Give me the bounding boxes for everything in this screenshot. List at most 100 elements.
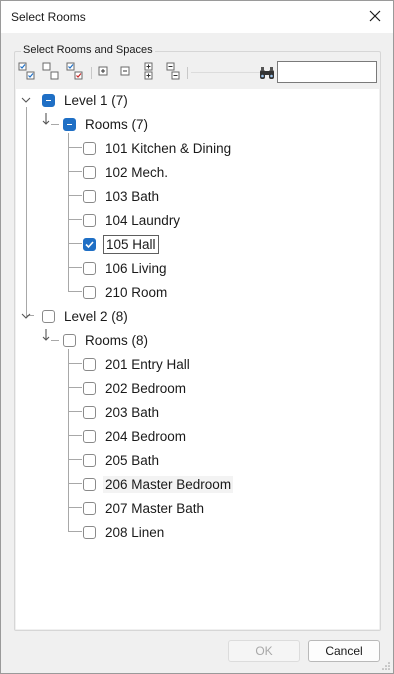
toolbar-divider	[191, 72, 261, 73]
room-label: 210 Room	[105, 284, 168, 300]
tree-connector	[68, 147, 82, 148]
room-label: 205 Bath	[105, 452, 160, 468]
tree-connector	[68, 349, 69, 532]
list-item[interactable]: 205 Bath	[83, 449, 161, 471]
toolbar	[16, 59, 379, 85]
tree-connector	[51, 124, 59, 125]
select-rooms-dialog: Select Rooms Select Rooms and Spaces Lev…	[0, 0, 394, 674]
rooms-tree[interactable]: Level 1 (7) Rooms (7) 101 Kitchen & Dini…	[16, 89, 379, 629]
chevron-down-icon[interactable]	[20, 312, 32, 320]
tree-connector	[68, 507, 82, 508]
list-item[interactable]: 204 Bedroom	[83, 425, 188, 447]
tree-connector	[68, 387, 82, 388]
tree-connector	[68, 483, 82, 484]
binoculars-icon	[260, 67, 274, 79]
list-item[interactable]: 106 Living	[83, 257, 169, 279]
room-label: 206 Master Bedroom	[103, 475, 234, 493]
room-label: 201 Entry Hall	[105, 356, 190, 372]
room-checkbox[interactable]	[83, 213, 96, 227]
tree-node-rooms-level-2[interactable]: Rooms (8)	[63, 329, 150, 351]
expand-all-button[interactable]	[140, 62, 160, 82]
tree-connector	[68, 531, 82, 532]
tree-connector	[51, 340, 59, 341]
list-item[interactable]: 207 Master Bath	[83, 497, 206, 519]
level-1-checkbox[interactable]	[42, 93, 55, 107]
resize-grip-icon[interactable]	[381, 661, 391, 671]
chevron-down-icon[interactable]	[20, 96, 32, 104]
room-label: 203 Bath	[105, 404, 160, 420]
close-button[interactable]	[363, 5, 387, 27]
tree-node-rooms-level-1[interactable]: Rooms (7)	[63, 113, 150, 135]
tree-connector	[68, 171, 82, 172]
group-label: Select Rooms and Spaces	[21, 44, 155, 56]
tree-connector	[68, 363, 82, 364]
expand-icon	[98, 66, 108, 76]
tree-connector	[68, 435, 82, 436]
list-item[interactable]: 206 Master Bedroom	[83, 473, 234, 495]
uncheck-all-button[interactable]	[42, 62, 62, 82]
room-label: 208 Linen	[105, 524, 165, 540]
room-label: 104 Laundry	[105, 212, 181, 228]
toggle-check-button[interactable]	[66, 62, 86, 82]
level-2-label: Level 2 (8)	[64, 308, 128, 324]
room-checkbox[interactable]	[83, 285, 96, 299]
list-item[interactable]: 201 Entry Hall	[83, 353, 192, 375]
uncheck-all-icon	[42, 62, 59, 80]
rooms-level-1-checkbox[interactable]	[63, 117, 76, 131]
list-item[interactable]: 104 Laundry	[83, 209, 182, 231]
rooms-level-2-label: Rooms (8)	[85, 332, 149, 348]
toolbar-separator	[91, 67, 92, 79]
toggle-check-icon	[66, 62, 83, 80]
tree-connector	[68, 133, 69, 292]
rooms-level-1-label: Rooms (7)	[85, 116, 149, 132]
collapse-button[interactable]	[116, 62, 136, 82]
list-item[interactable]: 208 Linen	[83, 521, 166, 543]
list-item[interactable]: 202 Bedroom	[83, 377, 188, 399]
room-checkbox[interactable]	[83, 381, 96, 395]
find-button[interactable]	[259, 66, 275, 80]
room-label: 207 Master Bath	[105, 500, 205, 516]
expand-arrow-icon[interactable]	[41, 328, 51, 342]
room-label-selected: 105 Hall	[103, 234, 159, 254]
close-icon	[369, 10, 381, 22]
room-label: 202 Bedroom	[105, 380, 187, 396]
room-checkbox[interactable]	[83, 525, 96, 539]
collapse-all-button[interactable]	[164, 62, 184, 82]
room-checkbox[interactable]	[83, 165, 96, 179]
room-checkbox[interactable]	[83, 453, 96, 467]
list-item[interactable]: 102 Mech.	[83, 161, 170, 183]
collapse-icon	[120, 66, 130, 76]
room-label: 103 Bath	[105, 188, 160, 204]
tree-node-level-1[interactable]: Level 1 (7)	[42, 89, 130, 111]
ok-button[interactable]: OK	[228, 640, 300, 662]
room-label: 101 Kitchen & Dining	[105, 140, 232, 156]
tree-node-level-2[interactable]: Level 2 (8)	[42, 305, 130, 327]
tree-connector	[26, 107, 27, 317]
room-checkbox[interactable]	[83, 501, 96, 515]
room-checkbox[interactable]	[83, 357, 96, 371]
room-checkbox[interactable]	[83, 477, 96, 491]
expand-button[interactable]	[94, 62, 114, 82]
room-checkbox[interactable]	[83, 189, 96, 203]
list-item[interactable]: 101 Kitchen & Dining	[83, 137, 233, 159]
find-input[interactable]	[277, 61, 377, 83]
check-all-button[interactable]	[18, 62, 38, 82]
room-checkbox-checked[interactable]	[83, 237, 96, 251]
title-bar: Select Rooms	[1, 1, 393, 33]
check-all-icon	[18, 62, 35, 80]
cancel-button[interactable]: Cancel	[308, 640, 380, 662]
rooms-level-2-checkbox[interactable]	[63, 333, 76, 347]
list-item[interactable]: 210 Room	[83, 281, 169, 303]
expand-arrow-icon[interactable]	[41, 112, 51, 126]
room-checkbox[interactable]	[83, 261, 96, 275]
list-item[interactable]: 103 Bath	[83, 185, 161, 207]
room-checkbox[interactable]	[83, 405, 96, 419]
tree-connector	[68, 195, 82, 196]
room-checkbox[interactable]	[83, 141, 96, 155]
list-item[interactable]: 105 Hall	[83, 233, 159, 255]
room-checkbox[interactable]	[83, 429, 96, 443]
window-title: Select Rooms	[11, 10, 86, 24]
list-item[interactable]: 203 Bath	[83, 401, 161, 423]
tree-connector	[68, 243, 82, 244]
level-2-checkbox[interactable]	[42, 309, 55, 323]
